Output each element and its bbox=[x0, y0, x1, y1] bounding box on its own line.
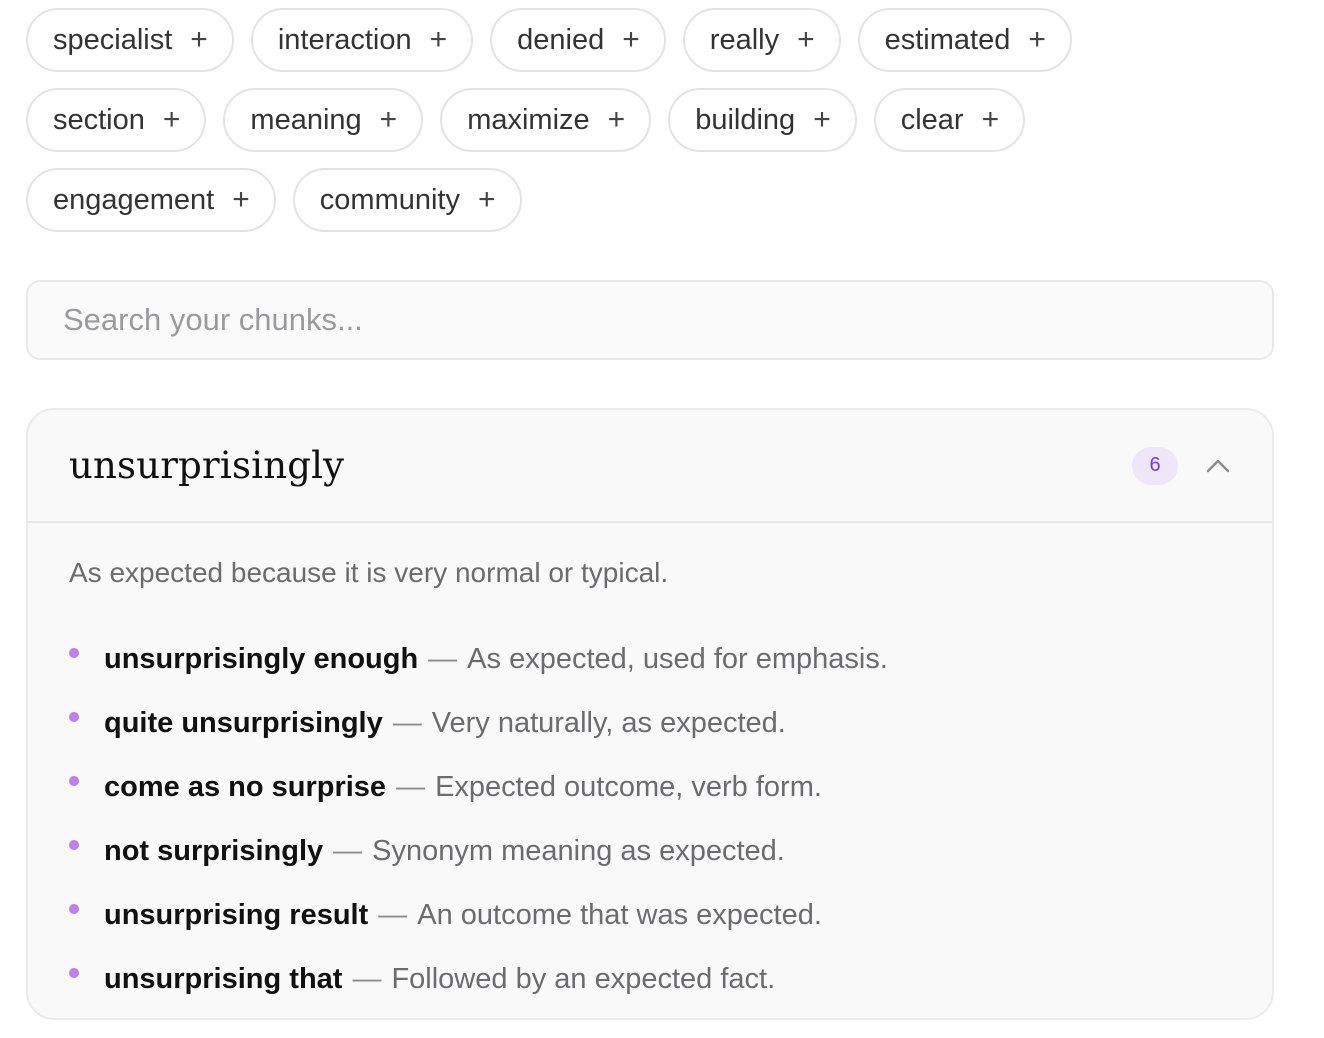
plus-icon: + bbox=[190, 23, 208, 56]
phrase-meaning: Followed by an expected fact. bbox=[391, 962, 776, 995]
count-badge: 6 bbox=[1132, 446, 1178, 485]
chip-label: building bbox=[695, 103, 796, 136]
bullet-icon bbox=[69, 840, 79, 850]
bullet-icon bbox=[69, 648, 79, 658]
bullet-icon bbox=[69, 712, 79, 722]
plus-icon: + bbox=[607, 103, 626, 136]
chip-label: really bbox=[709, 23, 780, 56]
chip-label: interaction bbox=[277, 23, 412, 56]
plus-icon: + bbox=[813, 103, 831, 136]
bullet-icon bbox=[69, 904, 79, 914]
chip-engagement[interactable]: engagement + bbox=[26, 168, 276, 232]
chip-estimated[interactable]: estimated + bbox=[857, 8, 1072, 72]
phrase-list: unsurprisingly enough — As expected, use… bbox=[69, 627, 1231, 1011]
separator: — bbox=[378, 898, 408, 931]
chunk-card: unsurprisingly 6 As expected because it … bbox=[26, 408, 1274, 1020]
chip-meaning[interactable]: meaning + bbox=[223, 88, 424, 152]
chip-section[interactable]: section + bbox=[26, 88, 207, 152]
chunk-definition: As expected because it is very normal or… bbox=[69, 557, 669, 588]
chip-building[interactable]: building + bbox=[668, 88, 857, 152]
phrase-meaning: As expected, used for emphasis. bbox=[467, 642, 888, 675]
chip-label: estimated bbox=[884, 23, 1011, 56]
plus-icon: + bbox=[622, 23, 640, 56]
phrase-meaning: Expected outcome, verb form. bbox=[435, 770, 822, 803]
phrase-text: unsurprising result bbox=[104, 898, 369, 931]
plus-icon: + bbox=[797, 23, 815, 56]
chip-label: engagement bbox=[53, 183, 215, 216]
plus-icon: + bbox=[981, 103, 1000, 136]
chip-maximize[interactable]: maximize + bbox=[440, 88, 652, 152]
phrase-text: come as no surprise bbox=[104, 770, 387, 803]
list-item: unsurprising result — An outcome that wa… bbox=[69, 883, 1231, 947]
search-box bbox=[26, 280, 1274, 360]
page: specialist + interaction + denied + really +… bbox=[0, 0, 1324, 1038]
chip-label: maximize bbox=[467, 103, 590, 136]
chip-label: specialist bbox=[53, 23, 173, 56]
chunk-card-body: As expected because it is very normal or… bbox=[28, 523, 1272, 1011]
chip-label: section bbox=[53, 103, 145, 136]
plus-icon: + bbox=[477, 183, 496, 216]
chip-really[interactable]: really + bbox=[682, 8, 841, 72]
separator: — bbox=[428, 642, 458, 675]
chip-denied[interactable]: denied + bbox=[490, 8, 666, 72]
bullet-icon bbox=[69, 968, 79, 978]
search-input[interactable] bbox=[61, 301, 1239, 339]
list-item: quite unsurprisingly — Very naturally, a… bbox=[69, 691, 1231, 755]
phrase-meaning: Very naturally, as expected. bbox=[431, 706, 786, 739]
phrase-meaning: Synonym meaning as expected. bbox=[372, 834, 785, 867]
plus-icon: + bbox=[162, 103, 181, 136]
chip-label: meaning bbox=[250, 103, 362, 136]
chip-row: section + meaning + maximize + building + cl… bbox=[26, 88, 1324, 152]
chip-row: engagement + community + bbox=[26, 168, 1324, 232]
separator: — bbox=[352, 962, 382, 995]
list-item: unsurprisingly enough — As expected, use… bbox=[69, 627, 1231, 691]
plus-icon: + bbox=[379, 103, 398, 136]
chip-label: clear bbox=[900, 103, 964, 136]
chevron-up-icon[interactable] bbox=[1204, 452, 1232, 480]
phrase-text: unsurprisingly enough bbox=[104, 642, 419, 675]
chip-specialist[interactable]: specialist + bbox=[26, 8, 234, 72]
phrase-text: not surprisingly bbox=[104, 834, 324, 867]
phrase-meaning: An outcome that was expected. bbox=[417, 898, 822, 931]
chip-community[interactable]: community + bbox=[292, 168, 522, 232]
phrase-text: unsurprising that bbox=[104, 962, 343, 995]
separator: — bbox=[396, 770, 426, 803]
list-item: not surprisingly — Synonym meaning as ex… bbox=[69, 819, 1231, 883]
chip-interaction[interactable]: interaction + bbox=[250, 8, 474, 72]
list-item: come as no surprise — Expected outcome, … bbox=[69, 755, 1231, 819]
list-item: unsurprising that — Followed by an expec… bbox=[69, 947, 1231, 1011]
separator: — bbox=[333, 834, 363, 867]
chunk-card-header[interactable]: unsurprisingly 6 bbox=[28, 410, 1272, 523]
chip-clear[interactable]: clear + bbox=[873, 88, 1026, 152]
chip-label: community bbox=[319, 183, 460, 216]
plus-icon: + bbox=[1028, 23, 1046, 56]
chip-row: specialist + interaction + denied + really +… bbox=[26, 8, 1324, 72]
separator: — bbox=[392, 706, 422, 739]
bullet-icon bbox=[69, 776, 79, 786]
plus-icon: + bbox=[232, 183, 250, 216]
chip-label: denied bbox=[517, 23, 605, 56]
plus-icon: + bbox=[429, 23, 448, 56]
chunk-title: unsurprisingly bbox=[69, 444, 345, 487]
phrase-text: quite unsurprisingly bbox=[104, 706, 383, 739]
